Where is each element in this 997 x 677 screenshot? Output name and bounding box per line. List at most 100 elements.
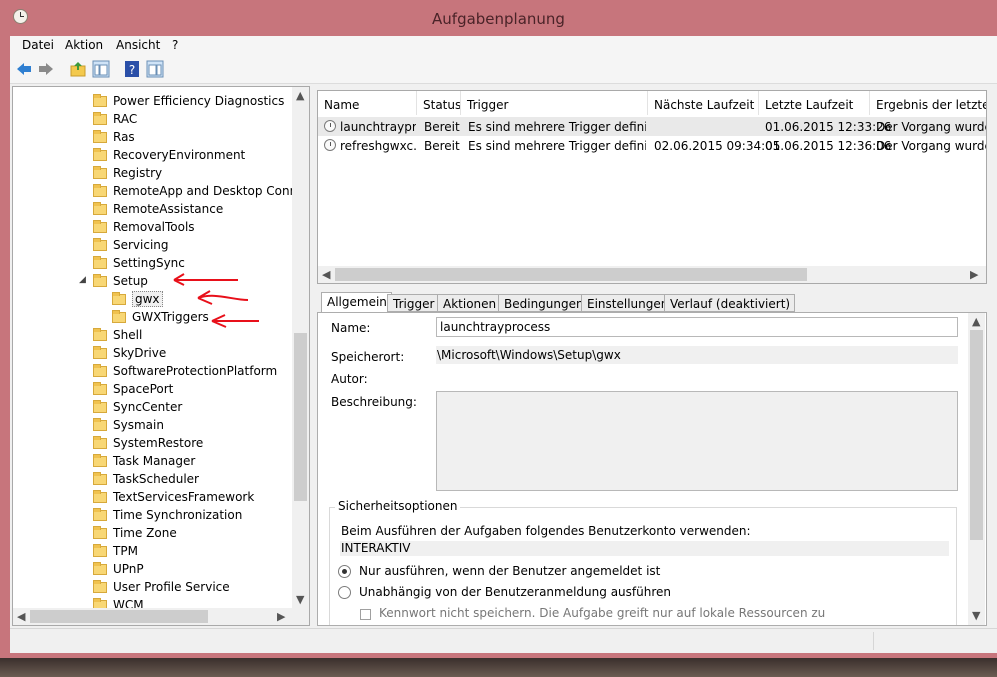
tree-item[interactable]: ◢ Setup	[13, 273, 293, 291]
scroll-up-icon[interactable]: ▲	[972, 315, 980, 328]
name-field[interactable]: launchtrayprocess	[436, 317, 958, 337]
tree-item[interactable]: Ras	[13, 129, 293, 147]
task-trigger: Es sind mehrere Trigger definiert.	[468, 120, 646, 134]
task-list-horizontal-scrollbar[interactable]: ◀ ▶	[318, 266, 986, 283]
tree-item[interactable]: Servicing	[13, 237, 293, 255]
column-header-last-run[interactable]: Letzte Laufzeit	[759, 91, 870, 115]
task-next-run: 02.06.2015 09:34:05	[654, 139, 781, 153]
folder-icon	[93, 472, 107, 485]
tab-verlauf[interactable]: Verlauf (deaktiviert)	[664, 294, 796, 312]
tree-item[interactable]: TextServicesFramework	[13, 489, 293, 507]
tree-item[interactable]: SettingSync	[13, 255, 293, 273]
table-row[interactable]: refreshgwxc... Bereit Es sind mehrere Tr…	[318, 136, 986, 155]
folder-icon	[93, 238, 107, 251]
tab-trigger[interactable]: Trigger	[387, 294, 440, 312]
menu-help[interactable]: ?	[172, 38, 178, 52]
tree-item[interactable]: SpacePort	[13, 381, 293, 399]
column-header-next-run[interactable]: Nächste Laufzeit	[648, 91, 759, 115]
task-list[interactable]: Name Status Trigger Nächste Laufzeit Let…	[317, 90, 987, 284]
tree-item[interactable]: GWXTriggers	[13, 309, 293, 327]
tree-item[interactable]: Power Efficiency Diagnostics	[13, 93, 293, 111]
folder-icon	[93, 490, 107, 503]
menu-datei[interactable]: Datei	[22, 38, 54, 52]
up-folder-icon[interactable]	[69, 60, 87, 78]
tree-item[interactable]: Shell	[13, 327, 293, 345]
tree-item[interactable]: Sysmain	[13, 417, 293, 435]
detail-scroll-thumb[interactable]	[970, 330, 983, 540]
folder-icon	[93, 436, 107, 449]
tab-bedingungen[interactable]: Bedingungen	[498, 294, 589, 312]
menu-aktion[interactable]: Aktion	[65, 38, 103, 52]
tree-item-label: SkyDrive	[113, 346, 167, 360]
tree-item[interactable]: SkyDrive	[13, 345, 293, 363]
expanded-triangle-icon[interactable]: ◢	[79, 275, 86, 285]
tree-item-label: Setup	[113, 274, 148, 288]
tree-item[interactable]: Time Synchronization	[13, 507, 293, 525]
folder-icon	[93, 562, 107, 575]
tree-item[interactable]: SoftwareProtectionPlatform	[13, 363, 293, 381]
scroll-right-icon[interactable]: ▶	[277, 610, 285, 623]
back-arrow-icon[interactable]	[15, 60, 33, 78]
tree-item[interactable]: Task Manager	[13, 453, 293, 471]
scroll-down-icon[interactable]: ▼	[972, 609, 980, 622]
tree-item[interactable]: User Profile Service	[13, 579, 293, 597]
tab-aktionen[interactable]: Aktionen	[437, 294, 502, 312]
scroll-left-icon[interactable]: ◀	[322, 268, 330, 281]
tree-item[interactable]: RemoteAssistance	[13, 201, 293, 219]
account-label: Beim Ausführen der Aufgaben folgendes Be…	[341, 524, 751, 538]
folder-icon	[93, 184, 107, 197]
tree-item[interactable]: TPM	[13, 543, 293, 561]
do-not-store-password-checkbox[interactable]	[360, 609, 371, 620]
task-last-run: 01.06.2015 12:33:26	[765, 120, 892, 134]
scroll-up-icon[interactable]: ▲	[296, 89, 304, 102]
description-field[interactable]	[436, 391, 958, 491]
column-header-status[interactable]: Status	[417, 91, 461, 115]
tree-item[interactable]: TaskScheduler	[13, 471, 293, 489]
detail-vertical-scrollbar[interactable]: ▲ ▼	[968, 313, 985, 625]
author-label: Autor:	[331, 372, 368, 386]
task-pane: Name Status Trigger Nächste Laufzeit Let…	[315, 86, 997, 626]
forward-arrow-icon[interactable]	[37, 60, 55, 78]
tree-item[interactable]: gwx	[13, 291, 293, 309]
tree-hscroll-thumb[interactable]	[30, 610, 208, 623]
tab-einstellungen[interactable]: Einstellungen	[581, 294, 674, 312]
task-list-hscroll-thumb[interactable]	[335, 268, 807, 281]
console-tree[interactable]: Power Efficiency Diagnostics RAC Ras Recove…	[12, 86, 310, 626]
tree-item[interactable]: SystemRestore	[13, 435, 293, 453]
scroll-left-icon[interactable]: ◀	[17, 610, 25, 623]
toolbar: ?	[10, 56, 997, 84]
tree-item[interactable]: RAC	[13, 111, 293, 129]
radio-logged-on-only[interactable]	[338, 565, 351, 578]
table-row[interactable]: launchtraypr... Bereit Es sind mehrere T…	[318, 117, 986, 136]
tree-item[interactable]: RemoteApp and Desktop Connec	[13, 183, 309, 201]
folder-icon	[93, 274, 107, 287]
column-header-last-result[interactable]: Ergebnis der letzten A	[870, 91, 986, 115]
tree-item[interactable]: Registry	[13, 165, 293, 183]
tree-item[interactable]: Time Zone	[13, 525, 293, 543]
tree-item[interactable]: SyncCenter	[13, 399, 293, 417]
tree-scroll-thumb[interactable]	[294, 333, 307, 501]
folder-icon	[93, 256, 107, 269]
menu-ansicht[interactable]: Ansicht	[116, 38, 160, 52]
task-clock-icon	[324, 139, 336, 151]
column-header-name[interactable]: Name	[318, 91, 417, 115]
tree-vertical-scrollbar[interactable]: ▲ ▼	[292, 87, 309, 625]
tree-item-label: UPnP	[113, 562, 144, 576]
tree-item[interactable]: RecoveryEnvironment	[13, 147, 293, 165]
show-hide-action-pane-icon[interactable]	[146, 60, 164, 78]
column-header-trigger[interactable]: Trigger	[461, 91, 648, 115]
tree-item[interactable]: UPnP	[13, 561, 293, 579]
tree-item-label: RemoteAssistance	[113, 202, 224, 216]
menu-bar: Datei Aktion Ansicht ?	[10, 36, 997, 56]
help-icon[interactable]: ?	[123, 60, 141, 78]
tree-item[interactable]: RemovalTools	[13, 219, 293, 237]
radio-run-whether-logged-on[interactable]	[338, 586, 351, 599]
show-hide-console-tree-icon[interactable]	[92, 60, 110, 78]
radio-logged-on-only-label: Nur ausführen, wenn der Benutzer angemel…	[359, 564, 661, 578]
scroll-down-icon[interactable]: ▼	[296, 593, 304, 606]
title-bar[interactable]: Aufgabenplanung	[0, 0, 997, 36]
scroll-right-icon[interactable]: ▶	[970, 268, 978, 281]
task-name: refreshgwxc...	[340, 139, 416, 153]
tree-horizontal-scrollbar[interactable]: ◀ ▶	[13, 608, 292, 625]
tab-allgemein[interactable]: Allgemein	[321, 292, 392, 314]
